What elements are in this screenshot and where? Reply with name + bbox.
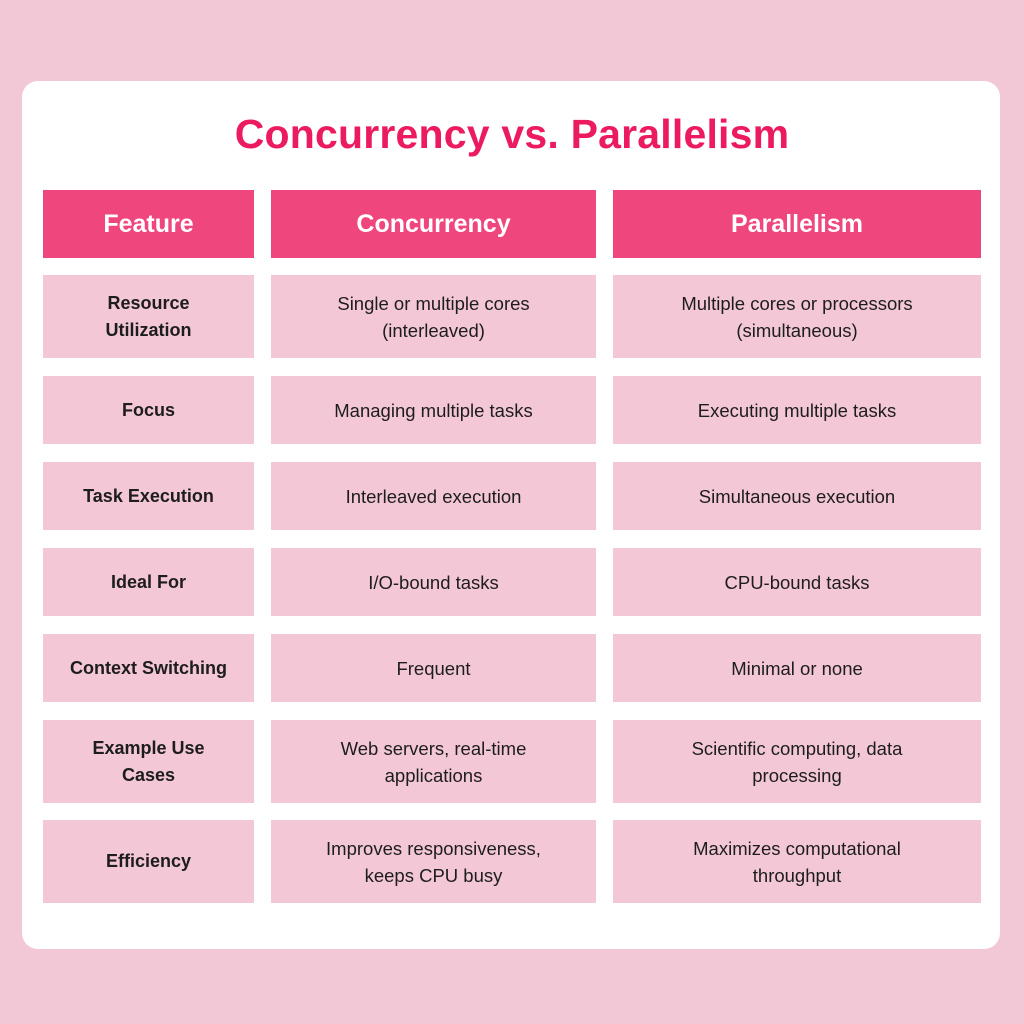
feature-cell: Task Execution: [43, 462, 254, 530]
parallelism-cell: Simultaneous execution: [613, 462, 981, 530]
feature-cell: Focus: [43, 376, 254, 444]
header-feature: Feature: [43, 190, 254, 258]
feature-cell: Example Use Cases: [43, 720, 254, 803]
feature-cell: Ideal For: [43, 548, 254, 616]
parallelism-cell: Minimal or none: [613, 634, 981, 702]
header-concurrency: Concurrency: [271, 190, 596, 258]
header-parallelism: Parallelism: [613, 190, 981, 258]
concurrency-cell: Interleaved execution: [271, 462, 596, 530]
parallelism-cell: Executing multiple tasks: [613, 376, 981, 444]
concurrency-cell: Web servers, real-time applications: [271, 720, 596, 803]
parallelism-cell: Scientific computing, data processing: [613, 720, 981, 803]
concurrency-cell: Single or multiple cores (interleaved): [271, 275, 596, 358]
parallelism-cell: CPU-bound tasks: [613, 548, 981, 616]
concurrency-cell: Frequent: [271, 634, 596, 702]
concurrency-cell: Improves responsiveness, keeps CPU busy: [271, 820, 596, 903]
feature-cell: Efficiency: [43, 820, 254, 903]
page-title: Concurrency vs. Parallelism: [234, 111, 790, 157]
feature-cell: Resource Utilization: [43, 275, 254, 358]
concurrency-cell: Managing multiple tasks: [271, 376, 596, 444]
parallelism-cell: Maximizes computational throughput: [613, 820, 981, 903]
concurrency-cell: I/O-bound tasks: [271, 548, 596, 616]
parallelism-cell: Multiple cores or processors (simultaneo…: [613, 275, 981, 358]
feature-cell: Context Switching: [43, 634, 254, 702]
